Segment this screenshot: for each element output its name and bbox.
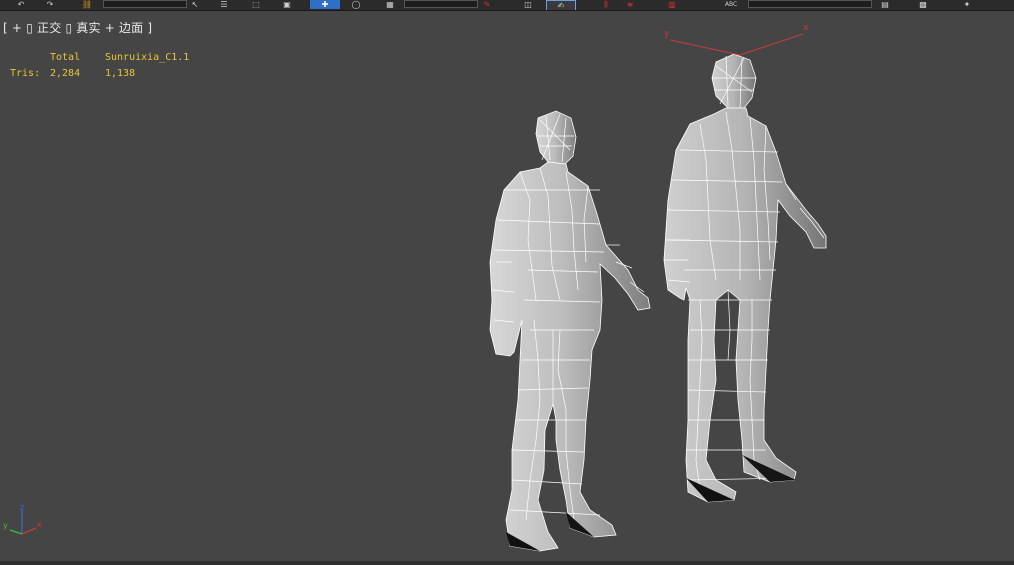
tripod-x-label: x [37,520,42,529]
statistics-overlay: Total Sunruixia_C1.1 Tris: 2,284 1,138 [10,50,189,82]
render-icon[interactable]: ✦ [960,0,974,9]
align-icon[interactable]: ⫼ [598,0,614,9]
select-by-name-icon[interactable]: ☰ [214,0,234,9]
perspective-viewport[interactable]: y x z x y [0,11,1014,565]
view-type-menu[interactable]: 正交 [37,21,61,35]
reference-coord-dropdown[interactable] [404,0,478,8]
reference-coord-icon[interactable]: ▦ [378,0,402,9]
character-left[interactable] [489,110,651,552]
layer-icon[interactable]: ≡ [618,0,642,9]
rect-selection-icon[interactable]: ⬚ [241,0,271,9]
transform-gizmo[interactable] [669,33,804,56]
shading-marker: ▯ [65,21,73,35]
edged-faces-menu[interactable]: 边面 [119,21,143,35]
viewport-label: [ + ▯ 正交 ▯ 真实 + 边面 ] [3,19,152,36]
tripod-y-label: y [3,521,8,530]
snap-percent-icon[interactable] [497,0,507,9]
main-toolbar: ↶ ↷ ⛓ ↖ ☰ ⬚ ▣ ✚ ◯ ▦ ✎ ◫ ✍ ⫼ ≡ ▥ ABC ▤ ▩ … [0,0,1014,11]
named-selection-icon[interactable]: ✍ [546,0,576,10]
curve-editor-icon[interactable]: ▥ [662,0,682,9]
stats-total-header: Total [50,52,81,63]
stats-object-tris: 1,138 [105,68,136,79]
schematic-view-icon[interactable] [688,0,710,9]
character-right[interactable] [663,53,827,503]
move-icon[interactable]: ✚ [310,0,340,9]
snap-icon[interactable]: ✎ [480,0,494,9]
selection-filter-dropdown[interactable] [103,0,187,8]
render-setup-icon[interactable]: ▤ [876,0,894,9]
render-production-icon[interactable] [996,0,1010,9]
window-crossing-icon[interactable]: ▣ [276,0,298,9]
stats-tris-label: Tris: [10,68,41,79]
stats-header-row: Total Sunruixia_C1.1 [10,50,189,66]
render-frame-icon[interactable]: ▩ [910,0,936,9]
mirror-icon[interactable]: ◫ [522,0,534,9]
stats-total-tris: 2,284 [50,68,81,79]
named-selection-field[interactable] [748,0,872,8]
abc-icon[interactable]: ABC [720,0,742,9]
stats-object-header: Sunruixia_C1.1 [105,52,190,63]
undo-icon[interactable]: ↶ [14,0,28,9]
axis-tripod [9,510,37,535]
edged-faces-plus[interactable]: + [105,21,115,35]
viewport-bracket-close: ] [147,21,153,35]
gizmo-axis-y: y [664,29,670,39]
viewport-scene[interactable]: y x z x y [0,11,1014,565]
viewport-menu-button[interactable]: + [12,21,22,35]
gizmo-axis-x: x [803,23,809,33]
redo-icon[interactable]: ↷ [38,0,62,9]
stats-tris-row: Tris: 2,284 1,138 [10,66,189,82]
select-object-icon[interactable]: ↖ [188,0,202,9]
viewport-bottom-border [0,561,1014,565]
rotate-icon[interactable]: ◯ [345,0,367,9]
view-marker: ▯ [26,21,33,35]
shading-mode-menu[interactable]: 真实 [76,21,100,35]
viewport-bracket-open: [ [3,21,8,35]
link-icon[interactable]: ⛓ [78,0,96,9]
tripod-z-label: z [20,503,24,512]
